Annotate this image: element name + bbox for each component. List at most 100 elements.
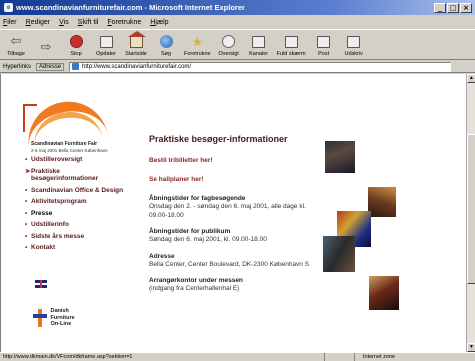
nav-item-label: Scandinavian Office & Design (31, 186, 124, 194)
browser-window: e www.scandinavianfurniturefair.com - Mi… (0, 0, 475, 361)
home-icon (127, 31, 146, 49)
mail-label: Post (318, 51, 330, 57)
fullscreen-label: Fuld skærm (276, 51, 306, 57)
home-label: Startside (125, 51, 147, 57)
refresh-button[interactable]: Opdater (94, 35, 118, 57)
maximize-button[interactable]: □ (447, 2, 459, 13)
hall-plan-link[interactable]: Se hallplaner her! (149, 176, 319, 183)
minimize-button[interactable]: _ (434, 2, 446, 13)
search-icon (158, 35, 174, 49)
refresh-label: Opdater (96, 51, 116, 57)
status-url: http://www.dkmain.dk/VFcom/dkframe.asp?s… (0, 352, 325, 361)
window-controls: _ □ × (433, 2, 472, 13)
page-icon (72, 63, 80, 70)
trade-hours-section: Åbningstider for fagbesøgende Onsdag den… (149, 195, 319, 220)
fullscreen-button[interactable]: Fuld skærm (277, 35, 306, 57)
scroll-thumb[interactable] (467, 134, 475, 284)
page-viewport: Scandinavian Furniture Fair 2-6 maj 2001… (0, 74, 466, 352)
forward-button[interactable]: ⇨ (34, 41, 58, 57)
nav-item-label: Aktivitetsprogram (31, 198, 87, 205)
page-title: Praktiske besøger-informationer (149, 134, 288, 144)
stop-label: Stop (70, 51, 82, 57)
history-label: Oversigt (218, 51, 239, 57)
close-button[interactable]: × (460, 2, 472, 13)
nav-item-label: Presse (31, 209, 53, 217)
section-body: (indgang fra Centerhallenhal E) (149, 285, 240, 292)
favorites-button[interactable]: ★ Foretrukne (184, 35, 211, 57)
nav-item-press[interactable]: • Presse (25, 210, 125, 218)
back-label: Tilbage (7, 51, 25, 57)
section-body: Søndag den 6. maj 2001, kl. 09.00-18.00 (149, 236, 267, 243)
scroll-down-icon[interactable]: ▼ (467, 343, 475, 352)
title-bar: e www.scandinavianfurniturefair.com - Mi… (0, 0, 475, 15)
ticket-link[interactable]: Bestil tribilletter her! (149, 157, 319, 164)
photo-interior (368, 187, 396, 217)
nav-item-exhibitors[interactable]: • Udstilleroversigt (25, 156, 125, 164)
menu-go[interactable]: Skift til (78, 19, 99, 26)
section-body: Onsdag den 2. - søndag den 6. maj 2001, … (149, 203, 306, 219)
fullscreen-icon (283, 35, 299, 49)
section-heading: Åbningstider for fagbesøgende (149, 195, 246, 202)
history-button[interactable]: Oversigt (217, 35, 241, 57)
organizer-office-section: Arrangørkontor under messen (indgang fra… (149, 277, 319, 294)
danish-furniture-online-logo[interactable]: Danish Furniture On-Line (33, 308, 93, 328)
favorites-icon: ★ (191, 35, 203, 49)
menu-edit[interactable]: Rediger (26, 19, 51, 26)
forward-icon: ⇨ (40, 40, 52, 55)
status-segment (325, 352, 355, 361)
logo-subline: 2-6 maj 2001 Bella Center København (31, 147, 108, 153)
side-nav: • Udstilleroversigt ➤ Praktiske besøgeri… (25, 156, 125, 256)
main-content: Praktiske besøger-informationer Bestil t… (149, 134, 319, 302)
scroll-up-icon[interactable]: ▲ (467, 74, 475, 83)
nav-item-activities[interactable]: • Aktivitetsprogram (25, 198, 125, 206)
window-title: www.scandinavianfurniturefair.com - Micr… (16, 3, 245, 12)
nav-item-label: Praktiske besøgerinformationer (31, 167, 99, 183)
logo-text: Scandinavian Furniture Fair 2-6 maj 2001… (31, 141, 111, 153)
nav-item-label: Sidste års messe (31, 232, 85, 240)
back-button[interactable]: ⇦ Tilbage (4, 34, 28, 58)
favorites-label: Foretrukne (184, 51, 211, 57)
mail-button[interactable]: Post (312, 35, 336, 57)
nav-item-visitor-info[interactable]: ➤ Praktiske besøgerinformationer (25, 168, 125, 183)
nav-item-label: Udstillerinfo (31, 221, 69, 228)
toolbar: ⇦ Tilbage ⇨ Stop Opdater Startside Søg ★… (0, 29, 475, 60)
uk-flag-icon[interactable] (35, 280, 47, 288)
address-input[interactable]: http://www.scandinavianfurniturefair.com… (69, 61, 451, 72)
public-hours-section: Åbningstider for publikum Søndag den 6. … (149, 228, 319, 245)
back-icon: ⇦ (10, 34, 22, 49)
menu-favorites[interactable]: Foretrukne (107, 19, 141, 26)
status-zone: Internet zone (363, 353, 396, 360)
channels-button[interactable]: Kanaler (247, 35, 271, 57)
nav-item-exhibitor-info[interactable]: • Udstillerinfo (25, 221, 125, 229)
stop-button[interactable]: Stop (64, 35, 88, 57)
section-heading: Adresse (149, 252, 175, 260)
photo-fair-crowd (325, 141, 355, 173)
print-button[interactable]: Udskriv (342, 35, 366, 57)
channels-label: Kanaler (249, 51, 269, 57)
menu-help[interactable]: Hjælp (150, 19, 168, 26)
links-label[interactable]: Hyperlinks (3, 64, 31, 70)
menu-view[interactable]: Vis (59, 19, 69, 26)
nav-item-last-year[interactable]: • Sidste års messe (25, 233, 125, 241)
dfo-text: Danish Furniture On-Line (51, 308, 93, 328)
search-button[interactable]: Søg (154, 35, 178, 57)
logo-chair-mark (23, 104, 37, 132)
status-bar: http://www.dkmain.dk/VFcom/dkframe.asp?s… (0, 352, 475, 361)
home-button[interactable]: Startside (124, 31, 148, 57)
menu-file[interactable]: Filer (3, 19, 17, 26)
section-heading: Arrangørkontor under messen (149, 277, 243, 284)
stop-icon (68, 35, 84, 49)
dfo-cross-icon (33, 309, 47, 327)
refresh-icon (98, 35, 114, 49)
address-label: Adresse (36, 62, 65, 71)
nav-item-contact[interactable]: • Kontakt (25, 244, 125, 252)
dfo-line2: On-Line (50, 321, 72, 328)
print-icon (346, 35, 362, 49)
section-heading: Åbningstider for publikum (149, 228, 231, 235)
vertical-scrollbar[interactable]: ▲ ▼ (466, 74, 475, 352)
nav-item-office-design[interactable]: • Scandinavian Office & Design (25, 187, 125, 195)
ie-icon: e (4, 3, 13, 12)
section-body: Bella Center, Center Boulevard, DK-2300 … (149, 260, 310, 268)
address-url: http://www.scandinavianfurniturefair.com… (82, 63, 192, 70)
nav-item-label: Udstilleroversigt (31, 156, 83, 163)
